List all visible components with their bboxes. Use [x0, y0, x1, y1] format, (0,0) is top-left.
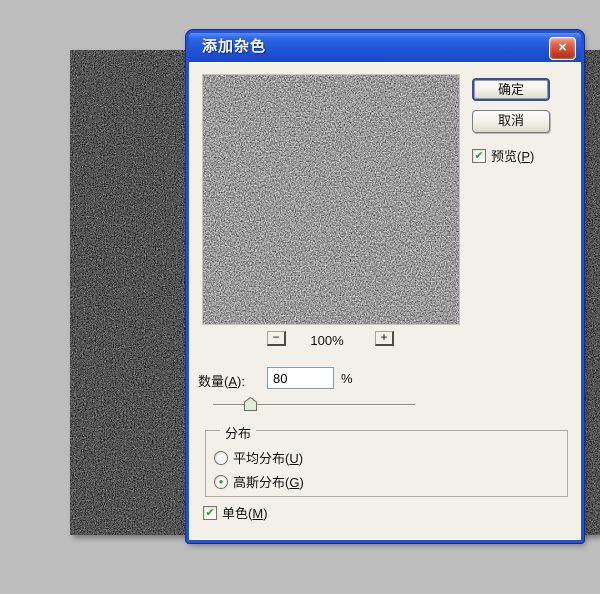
- noise-preview-thumbnail[interactable]: [203, 75, 459, 324]
- preview-noise-texture: [203, 75, 459, 324]
- cancel-button-label: 取消: [498, 113, 524, 128]
- radio-icon: [214, 451, 228, 465]
- radio-uniform-distribution[interactable]: 平均分布(U): [214, 448, 303, 463]
- amount-unit: %: [341, 371, 353, 386]
- amount-label-close: ):: [237, 374, 245, 389]
- amount-slider[interactable]: [213, 396, 415, 412]
- distribution-groupbox: 分布 平均分布(U) ●高斯分布(G): [205, 430, 568, 497]
- label-text: ): [263, 506, 267, 521]
- window-title: 添加杂色: [189, 33, 581, 61]
- minus-icon: −: [272, 330, 279, 344]
- ok-button[interactable]: 确定: [472, 78, 550, 101]
- access-key: M: [252, 506, 263, 521]
- photoshop-workspace: { "window": { "title": "添加杂色", "close_gl…: [0, 0, 600, 594]
- zoom-in-button[interactable]: +: [375, 331, 394, 346]
- preview-checkbox[interactable]: ✔ 预览(P): [472, 146, 534, 165]
- radio-dot: ●: [219, 477, 224, 486]
- slider-thumb[interactable]: [244, 397, 257, 411]
- preview-checkbox-label: 预览(P): [491, 149, 534, 164]
- amount-access-key: A: [228, 374, 237, 389]
- access-key: P: [521, 149, 530, 164]
- title-bar[interactable]: 添加杂色 ×: [189, 33, 581, 62]
- check-mark: ✔: [474, 150, 483, 162]
- monochromatic-label: 单色(M): [222, 506, 268, 521]
- label-text: ): [299, 475, 303, 490]
- radio-gaussian-distribution[interactable]: ● 高斯分布(G): [214, 472, 304, 487]
- amount-label-text: 数量(: [198, 374, 228, 389]
- label-text: ): [530, 149, 534, 164]
- close-button[interactable]: ×: [549, 37, 576, 60]
- label-text: 高斯分布(: [233, 475, 289, 490]
- access-key: U: [289, 451, 298, 466]
- label-text: ): [299, 451, 303, 466]
- checkbox-icon: ✔: [203, 506, 217, 520]
- cancel-button[interactable]: 取消: [472, 110, 550, 133]
- label-text: 平均分布(: [233, 451, 289, 466]
- monochromatic-checkbox[interactable]: ✔ 单色(M): [203, 503, 268, 522]
- radio-icon: ●: [214, 475, 228, 489]
- dialog-body: − 100% + 数量(A): % 分布 平均分布(U) ● 高斯分布(G): [189, 62, 581, 540]
- zoom-level: 100%: [297, 333, 357, 348]
- check-mark: ✔: [205, 507, 214, 519]
- ok-button-label: 确定: [498, 82, 524, 97]
- access-key: G: [289, 475, 299, 490]
- distribution-legend: 分布: [220, 423, 256, 442]
- close-icon: ×: [558, 39, 567, 56]
- label-text: 预览(: [491, 149, 521, 164]
- radio-uniform-label: 平均分布(U): [233, 451, 303, 466]
- radio-gaussian-label: 高斯分布(G): [233, 475, 304, 490]
- zoom-out-button[interactable]: −: [267, 331, 286, 346]
- plus-icon: +: [380, 330, 387, 344]
- checkbox-icon: ✔: [472, 149, 486, 163]
- add-noise-dialog: 添加杂色 ×: [186, 30, 584, 543]
- amount-label: 数量(A):: [198, 371, 245, 390]
- label-text: 单色(: [222, 506, 252, 521]
- amount-input[interactable]: [267, 367, 334, 389]
